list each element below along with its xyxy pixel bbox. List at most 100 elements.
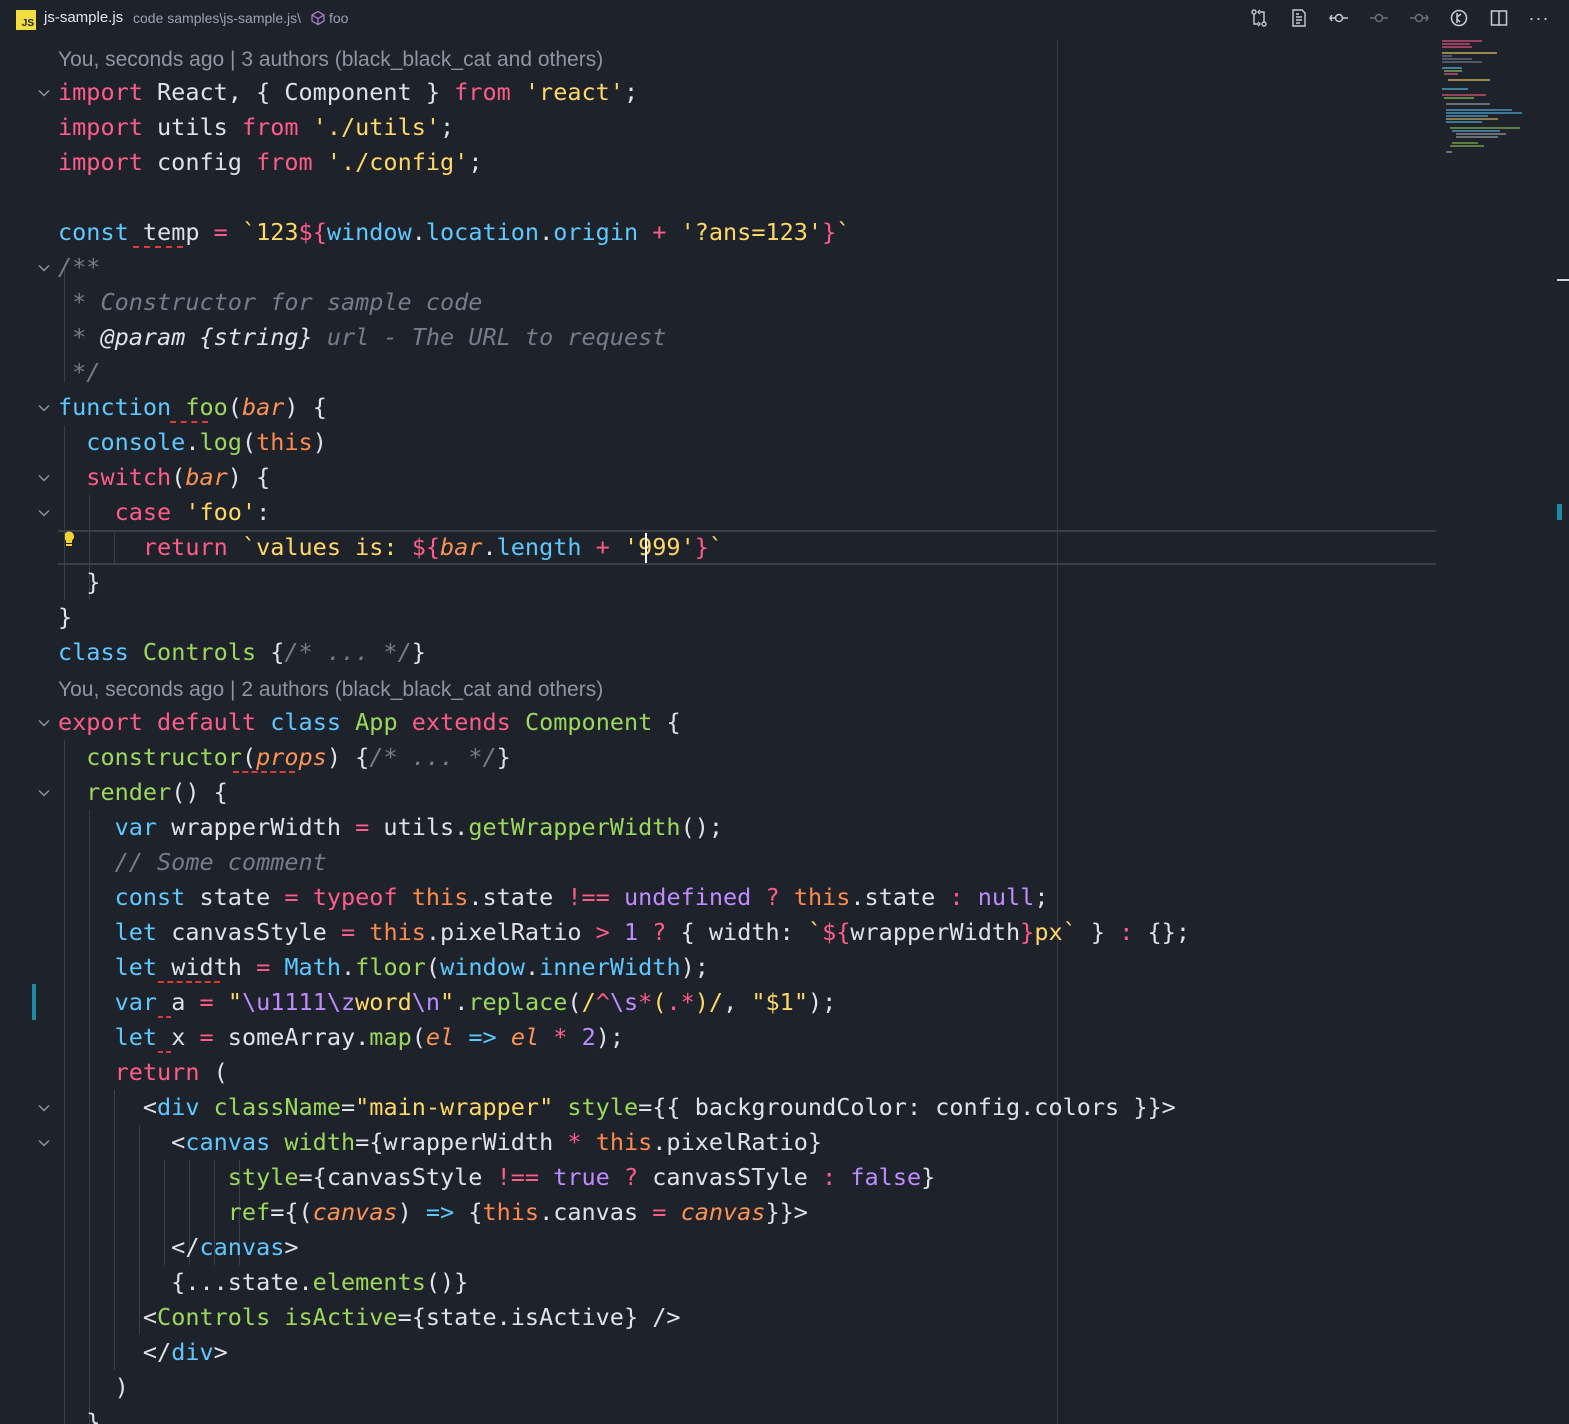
- scrollbar-cursor-marker: [1557, 279, 1569, 281]
- vertical-scrollbar[interactable]: [1555, 40, 1569, 1424]
- code-line: style={canvasStyle !== true ? canvasSTyl…: [227, 1163, 936, 1191]
- error-squiggle[interactable]: [158, 1050, 171, 1053]
- code-line: */: [58, 358, 101, 386]
- fold-chevron-icon[interactable]: [37, 785, 51, 799]
- minimap-line: [1444, 97, 1474, 99]
- code-line: import config from './config';: [58, 148, 483, 176]
- symbol-method-icon: [310, 10, 326, 26]
- minimap-line: [1446, 118, 1498, 120]
- error-squiggle[interactable]: [133, 245, 183, 248]
- fold-chevron-icon[interactable]: [37, 505, 51, 519]
- git-commit-icon[interactable]: [1319, 6, 1359, 30]
- more-actions-icon[interactable]: ···: [1519, 6, 1559, 30]
- code-text-area[interactable]: You, seconds ago | 3 authors (black_blac…: [58, 40, 1458, 1424]
- code-line: var wrapperWidth = utils.getWrapperWidth…: [114, 813, 724, 841]
- text-cursor: [645, 533, 647, 563]
- minimap-line: [1442, 94, 1486, 96]
- minimap-line: [1442, 40, 1482, 42]
- error-squiggle[interactable]: [233, 770, 295, 773]
- minimap-line: [1442, 46, 1472, 48]
- code-line: const state = typeof this.state !== unde…: [114, 883, 1049, 911]
- minimap-line: [1446, 109, 1512, 111]
- minimap-line: [1448, 79, 1490, 81]
- minimap-line: [1442, 52, 1497, 54]
- minimap-line: [1456, 133, 1506, 135]
- codelens-authors[interactable]: You, seconds ago | 2 authors (black_blac…: [58, 675, 603, 705]
- modified-line-marker[interactable]: [32, 984, 36, 1020]
- editor-area[interactable]: You, seconds ago | 3 authors (black_blac…: [0, 40, 1569, 1424]
- code-line: </div>: [58, 1338, 228, 1366]
- minimap-line: [1442, 61, 1482, 63]
- code-line: }: [58, 1408, 101, 1424]
- code-line: switch(bar) {: [86, 463, 271, 491]
- code-line: export default class App extends Compone…: [58, 708, 681, 736]
- code-line: return `values is: ${bar.length + '999'}…: [142, 533, 724, 561]
- minimap-line: [1442, 67, 1462, 69]
- minimap-line: [1444, 73, 1458, 75]
- code-line: * Constructor for sample code: [58, 288, 483, 316]
- minimap-line: [1446, 121, 1482, 123]
- minimap-line: [1444, 70, 1462, 72]
- code-line: * @param {string} url - The URL to reque…: [58, 323, 667, 351]
- code-line: <div className="main-wrapper" style={{ b…: [58, 1093, 1176, 1121]
- javascript-file-icon: JS: [16, 10, 36, 30]
- code-line: }: [58, 568, 101, 596]
- breadcrumb-symbol[interactable]: foo: [329, 10, 348, 26]
- breadcrumb-file[interactable]: js-sample.js: [44, 9, 123, 26]
- code-line: class Controls {/* ... */}: [58, 638, 426, 666]
- scrollbar-change-marker: [1557, 504, 1562, 520]
- code-line: /**: [58, 253, 101, 281]
- code-line: ): [58, 1373, 129, 1401]
- error-squiggle[interactable]: [158, 1015, 171, 1018]
- code-editor-window: JS js-sample.js code samples\js-sample.j…: [0, 0, 1569, 1424]
- fold-chevron-icon[interactable]: [37, 85, 51, 99]
- fold-chevron-icon[interactable]: [37, 1135, 51, 1149]
- split-editor-icon[interactable]: [1479, 6, 1519, 30]
- fold-chevron-icon[interactable]: [37, 1100, 51, 1114]
- minimap-line: [1450, 145, 1484, 147]
- error-squiggle[interactable]: [158, 980, 220, 983]
- compare-changes-icon[interactable]: [1239, 6, 1279, 30]
- code-line: let canvasStyle = this.pixelRatio > 1 ? …: [114, 918, 1190, 946]
- fold-chevron-icon[interactable]: [37, 400, 51, 414]
- code-line: <Controls isActive={state.isActive} />: [58, 1303, 681, 1331]
- fold-chevron-icon[interactable]: [37, 470, 51, 484]
- code-line: let x = someArray.map(el => el * 2);: [114, 1023, 625, 1051]
- minimap-line: [1442, 55, 1452, 57]
- minimap-line: [1446, 151, 1452, 153]
- minimap-line: [1452, 130, 1500, 132]
- minimap-line: [1442, 43, 1470, 45]
- fold-chevron-icon[interactable]: [37, 260, 51, 274]
- code-line: import utils from './utils';: [58, 113, 455, 141]
- code-line: let width = Math.floor(window.innerWidth…: [114, 953, 709, 981]
- previous-change-icon[interactable]: [1359, 6, 1399, 30]
- code-line: console.log(this): [86, 428, 327, 456]
- code-line: render() {: [86, 778, 228, 806]
- codelens-authors[interactable]: You, seconds ago | 3 authors (black_blac…: [58, 45, 603, 75]
- fold-chevron-icon[interactable]: [37, 715, 51, 729]
- code-line: case 'foo':: [114, 498, 271, 526]
- minimap-line: [1442, 58, 1472, 60]
- breadcrumb-path[interactable]: code samples\js-sample.js\: [133, 10, 301, 26]
- editor-gutter: [0, 40, 58, 1424]
- code-line: }: [58, 603, 73, 631]
- open-preview-icon[interactable]: [1279, 6, 1319, 30]
- minimap-line: [1442, 88, 1468, 90]
- more-actions-label: ···: [1528, 7, 1550, 28]
- code-line: <canvas width={wrapperWidth * this.pixel…: [58, 1128, 823, 1156]
- code-line: ref={(canvas) => {this.canvas = canvas}}…: [227, 1198, 808, 1226]
- minimap[interactable]: [1440, 40, 1555, 160]
- editor-toolbar: ···: [1239, 6, 1559, 30]
- error-squiggle[interactable]: [170, 420, 208, 423]
- minimap-line: [1446, 115, 1488, 117]
- git-lens-icon[interactable]: [1439, 6, 1479, 30]
- code-line: import React, { Component } from 'react'…: [58, 78, 639, 106]
- minimap-line: [1450, 127, 1520, 129]
- minimap-line: [1446, 103, 1490, 105]
- minimap-line: [1452, 142, 1478, 144]
- code-line: var a = "\u1111\zword\n".replace(/^\s*(.…: [114, 988, 837, 1016]
- minimap-line: [1456, 136, 1498, 138]
- next-change-icon[interactable]: [1399, 6, 1439, 30]
- minimap-line: [1446, 112, 1522, 114]
- code-line: // Some comment: [114, 848, 327, 876]
